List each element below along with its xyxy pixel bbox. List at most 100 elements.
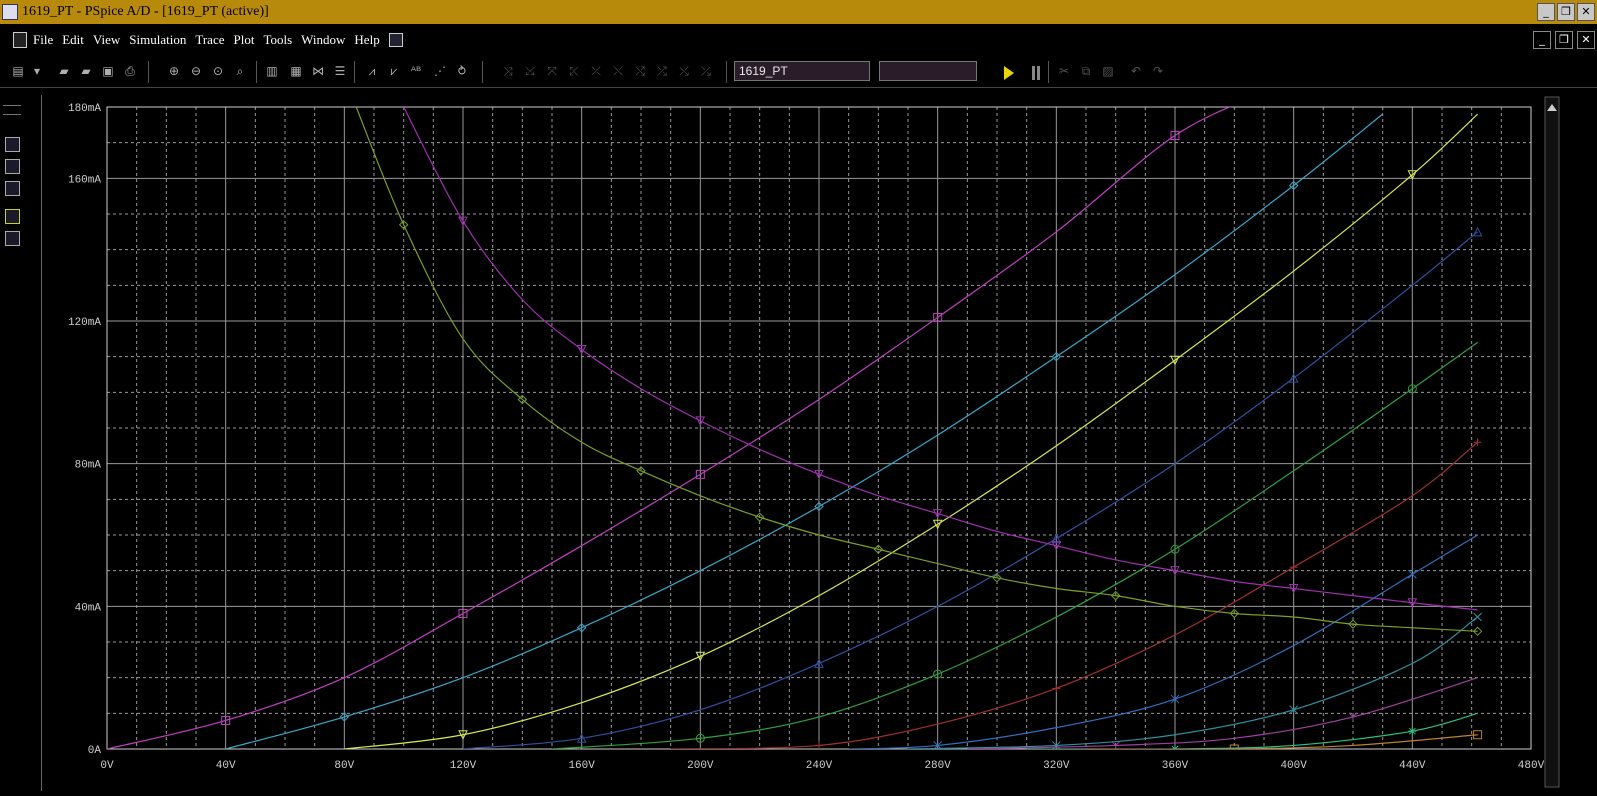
doc-restore-button[interactable]: ❐	[1555, 31, 1573, 49]
menu-trace[interactable]: Trace	[195, 32, 224, 48]
cut-icon[interactable]: ✂	[1056, 63, 1072, 79]
output-file-icon[interactable]	[5, 159, 20, 174]
x-tick-label: 400V	[1280, 760, 1307, 772]
x-tick-label: 440V	[1399, 760, 1426, 772]
trace-4[interactable]	[462, 226, 1483, 749]
project-manager-icon[interactable]	[5, 137, 20, 152]
open-file-icon[interactable]: ▰	[78, 63, 94, 79]
pause-icon[interactable]	[1031, 66, 1041, 80]
x-tick-label: 0V	[100, 760, 114, 772]
save-icon[interactable]: ▣	[100, 63, 116, 79]
new-icon[interactable]: ▤	[10, 63, 26, 79]
run-icon[interactable]	[1004, 66, 1014, 80]
trace-line[interactable]	[403, 107, 1478, 611]
y-tick-label: 0A	[88, 745, 102, 757]
menu-help[interactable]: Help	[354, 32, 379, 48]
cursor-next-icon[interactable]: ⤮	[654, 63, 670, 79]
data-point-marker	[1473, 612, 1482, 622]
menu-tools[interactable]: Tools	[263, 32, 292, 48]
vertical-scrollbar[interactable]	[1544, 96, 1560, 788]
dropdown-arrow-icon[interactable]: ▾	[29, 63, 45, 79]
zoom-fit-icon[interactable]: ⌕	[232, 63, 248, 79]
x-tick-label: 320V	[1043, 760, 1070, 772]
trace-8[interactable]	[907, 612, 1482, 749]
close-button[interactable]: ✕	[1577, 3, 1595, 21]
trace-line[interactable]	[355, 107, 1478, 632]
x-tick-label: 240V	[806, 760, 833, 772]
menu-file[interactable]: File	[33, 32, 53, 48]
context-help-icon[interactable]	[388, 33, 403, 47]
simulation-box[interactable]	[879, 61, 977, 81]
cursor-max-icon[interactable]: ⤫	[588, 63, 604, 79]
x-tick-label: 40V	[216, 760, 236, 772]
simulation-results-icon[interactable]	[5, 181, 20, 196]
doc-close-button[interactable]: ✕	[1577, 31, 1595, 49]
paste-icon[interactable]: ▨	[1100, 63, 1116, 79]
trace-13[interactable]	[403, 107, 1478, 611]
menu-view[interactable]: View	[93, 32, 120, 48]
menu-edit[interactable]: Edit	[62, 32, 84, 48]
cursor-trough-icon[interactable]: ⤩	[522, 63, 538, 79]
zoom-out-icon[interactable]: ⊖	[188, 63, 204, 79]
menu-window[interactable]: Window	[301, 32, 345, 48]
cursor-peak-icon[interactable]: ⤨	[500, 63, 516, 79]
trace-line[interactable]	[907, 616, 1478, 749]
eval-goal-icon[interactable]: ⥁	[454, 63, 470, 79]
cursor-search-icon[interactable]: ⤭	[632, 63, 648, 79]
document-icon[interactable]	[13, 32, 27, 48]
y-tick-label: 40mA	[75, 602, 102, 614]
data-point-marker	[1289, 563, 1298, 572]
menu-simulation[interactable]: Simulation	[129, 32, 186, 48]
print-icon[interactable]: ⎙	[122, 63, 138, 79]
watch-window-icon[interactable]	[5, 231, 20, 246]
minimize-button[interactable]: _	[1537, 3, 1555, 21]
redo-icon[interactable]: ↷	[1150, 63, 1166, 79]
zoom-area-icon[interactable]: ⊙	[210, 63, 226, 79]
trace-2[interactable]	[225, 113, 1384, 749]
pspice-app-icon[interactable]	[2, 4, 18, 20]
x-tick-label: 80V	[334, 760, 354, 772]
trace-10[interactable]	[1026, 712, 1478, 753]
axis-settings-icon[interactable]: ▥	[264, 63, 280, 79]
trace-line[interactable]	[225, 113, 1384, 749]
cursor-slope-icon[interactable]: ⤧	[544, 63, 560, 79]
grid	[107, 107, 1531, 749]
menu-plot[interactable]: Plot	[233, 32, 254, 48]
mark-data-icon[interactable]: ⋰	[432, 63, 448, 79]
open-icon[interactable]: ▰	[56, 63, 72, 79]
add-trace-icon[interactable]: ⩘	[364, 63, 380, 79]
trace-3[interactable]	[344, 113, 1479, 749]
restore-button[interactable]: ❐	[1557, 3, 1575, 21]
cursor-transition-icon[interactable]: ⤯	[676, 63, 692, 79]
x-tick-label: 160V	[568, 760, 595, 772]
toggle-cursor-icon[interactable]: ⋈	[310, 63, 326, 79]
trace-line[interactable]	[551, 341, 1478, 749]
zoom-in-icon[interactable]: ⊕	[166, 63, 182, 79]
x-tick-label: 480V	[1518, 760, 1545, 772]
probe-plot-window: 0V 40V 80V 120V 160V 200V 240V 280V 320V 360V 400V…	[41, 95, 1581, 791]
iv-curve-chart[interactable]: 0V 40V 80V 120V 160V 200V 240V 280V 320V 360V 400V…	[42, 95, 1581, 791]
trace-line[interactable]	[462, 231, 1478, 749]
toolbar-grip[interactable]	[3, 105, 21, 115]
add-plot-icon[interactable]: ⩗	[386, 63, 402, 79]
menu-bar: File Edit View Simulation Trace Plot Too…	[0, 25, 1597, 55]
cursor-point-icon[interactable]: ⤬	[610, 63, 626, 79]
cursor-min-icon[interactable]: ⤪	[566, 63, 582, 79]
table-icon[interactable]: ☰	[332, 63, 348, 79]
x-tick-label: 360V	[1162, 760, 1189, 772]
profile-select[interactable]: 1619_PT	[734, 61, 870, 81]
doc-minimize-button[interactable]: _	[1533, 31, 1551, 49]
trace-11[interactable]	[1086, 730, 1483, 753]
fourier-icon[interactable]: ▦	[288, 63, 304, 79]
title-bar: 1619_PT - PSpice A/D - [1619_PT (active)…	[0, 0, 1597, 24]
simulation-status-icon[interactable]	[5, 209, 20, 224]
cursor-mark-icon[interactable]: ⤰	[698, 63, 714, 79]
trace-line[interactable]	[344, 113, 1479, 749]
undo-icon[interactable]: ↶	[1128, 63, 1144, 79]
y-tick-label: 80mA	[75, 460, 102, 472]
trace-5[interactable]	[551, 341, 1478, 749]
trace-6[interactable]	[670, 438, 1482, 749]
trace-line[interactable]	[1086, 734, 1478, 750]
mark-label-icon[interactable]: ᴬᴮ	[408, 63, 424, 79]
copy-icon[interactable]: ⧉	[1078, 63, 1094, 79]
